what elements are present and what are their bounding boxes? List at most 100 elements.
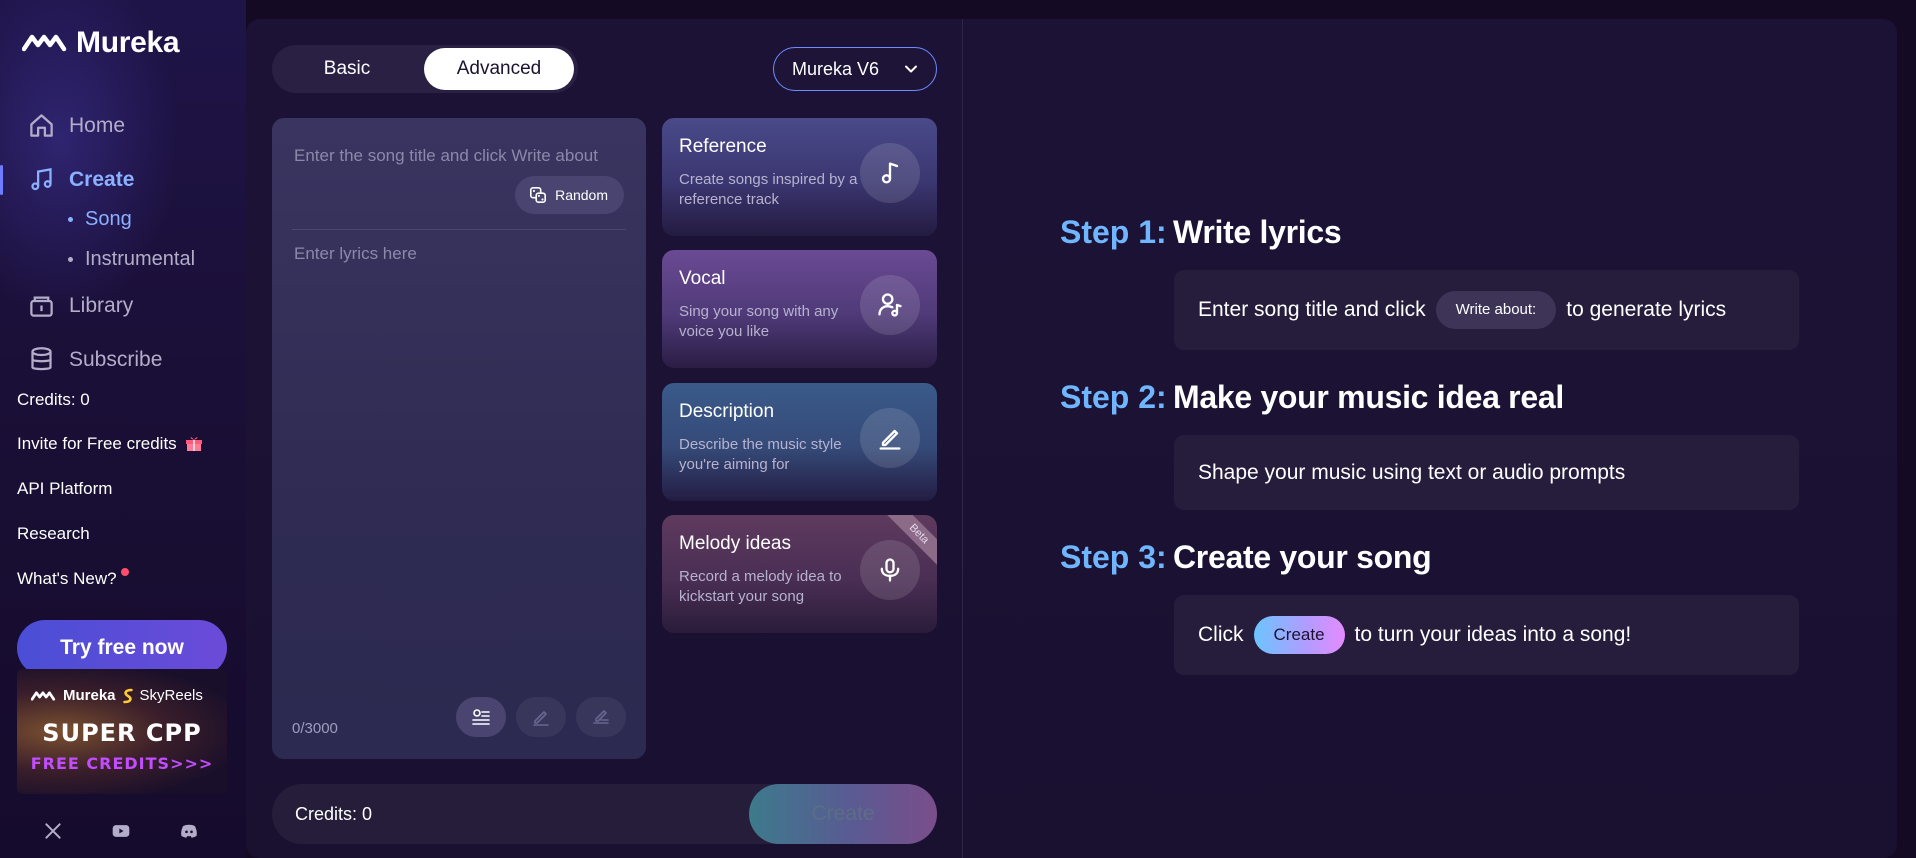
mode-toggle: Basic Advanced (272, 45, 578, 93)
bullet (68, 217, 73, 222)
pen-icon (879, 429, 901, 450)
random-button[interactable]: Random (515, 176, 624, 214)
melody-title: Melody ideas (679, 533, 791, 554)
lyrics-template-button[interactable] (456, 697, 506, 737)
create-pill: Create (1253, 616, 1345, 654)
promo-brand-1: Mureka (63, 687, 116, 704)
mureka-logo-icon (31, 690, 56, 701)
music-note-icon (31, 168, 52, 191)
create-button[interactable]: Create (749, 784, 937, 844)
reference-icon-button[interactable] (860, 143, 920, 203)
tab-advanced[interactable]: Advanced (424, 48, 574, 90)
whats-new-label: What's New? (17, 569, 117, 588)
reference-card[interactable]: Reference Create songs inspired by a ref… (662, 118, 937, 236)
bullet (68, 257, 73, 262)
step-3-label: Step 3: (1060, 539, 1167, 575)
song-title-input[interactable]: Enter the song title and click Write abo… (294, 146, 598, 166)
reference-title: Reference (679, 136, 767, 157)
skyreels-logo-icon (122, 688, 133, 703)
panel-divider (962, 19, 963, 858)
vocal-title: Vocal (679, 268, 726, 289)
step-2-title: Make your music idea real (1173, 379, 1564, 415)
sidebar: Mureka Home Create Song Instrumental Lib… (0, 0, 246, 858)
char-counter: 0/3000 (292, 720, 338, 737)
nav-home-label: Home (69, 113, 126, 137)
invite-label: Invite for Free credits (17, 434, 177, 453)
random-label: Random (555, 187, 608, 203)
whats-new-link[interactable]: What's New? (17, 568, 129, 589)
nav-subscribe-label: Subscribe (69, 347, 163, 371)
description-desc: Describe the music style you're aiming f… (679, 436, 842, 473)
try-free-button[interactable]: Try free now (17, 620, 227, 676)
melody-icon-button[interactable] (860, 540, 920, 600)
invite-link[interactable]: Invite for Free credits (17, 434, 203, 454)
step-1-label: Step 1: (1060, 214, 1167, 250)
step-2-text: Shape your music using text or audio pro… (1198, 460, 1626, 484)
nav-create[interactable]: Create (28, 166, 134, 193)
step-1-title: Write lyrics (1173, 214, 1342, 250)
promo-subline: FREE CREDITS>>> (30, 754, 214, 773)
promo-brands: Mureka SkyReels (31, 687, 219, 704)
voice-user-icon (878, 293, 902, 317)
vocal-card[interactable]: Vocal Sing your song with any voice you … (662, 250, 937, 368)
nav-library-label: Library (69, 293, 134, 317)
gift-icon (186, 437, 203, 451)
step-3-pre: Click (1198, 623, 1244, 646)
melody-desc: Record a melody idea to kickstart your s… (679, 568, 842, 605)
dice-icon (530, 186, 547, 204)
polish-lyrics-button[interactable] (576, 697, 626, 737)
step-3-post: to turn your ideas into a song! (1354, 623, 1632, 646)
microphone-icon (880, 558, 900, 582)
step-2-box: Shape your music using text or audio pro… (1174, 435, 1799, 510)
create-bar: Credits: 0 Create (272, 784, 937, 844)
step-2-label: Step 2: (1060, 379, 1167, 415)
sub-nav-song[interactable]: Song (68, 208, 132, 231)
reference-desc: Create songs inspired by a reference tra… (679, 171, 858, 208)
home-icon (30, 114, 53, 137)
edit-lyrics-button[interactable] (516, 697, 566, 737)
sub-nav-instrumental-label: Instrumental (85, 248, 196, 270)
sub-nav-instrumental[interactable]: Instrumental (68, 248, 195, 271)
nav-library[interactable]: Library (28, 292, 133, 319)
discord-icon[interactable] (177, 821, 201, 846)
database-icon (31, 347, 52, 371)
chevron-down-icon (905, 65, 917, 73)
lyrics-textarea[interactable]: Enter lyrics here (294, 244, 417, 264)
brand-name: Mureka (76, 26, 180, 59)
tab-basic[interactable]: Basic (276, 48, 418, 90)
youtube-icon[interactable] (109, 821, 133, 846)
notification-dot (120, 568, 129, 576)
divider (292, 229, 626, 230)
credits-display: Credits: 0 (295, 804, 373, 824)
nav-create-label: Create (69, 167, 135, 191)
model-select-value: Mureka V6 (792, 58, 880, 79)
step-3-title: Create your song (1173, 539, 1432, 575)
music-note-icon (881, 162, 899, 184)
pen-icon (533, 711, 549, 726)
library-icon (30, 296, 53, 317)
step-1-post: to generate lyrics (1566, 298, 1727, 321)
logo[interactable]: Mureka (22, 26, 180, 60)
vocal-icon-button[interactable] (860, 275, 920, 335)
step-1-pre: Enter song title and click (1198, 298, 1426, 321)
research-link[interactable]: Research (17, 524, 90, 544)
pen-lines-icon (593, 710, 609, 724)
nav-home[interactable]: Home (28, 112, 125, 139)
x-icon[interactable] (43, 821, 63, 846)
nav-subscribe[interactable]: Subscribe (28, 346, 162, 373)
melody-card[interactable]: Melody ideas Record a melody idea to kic… (662, 515, 937, 633)
promo-banner[interactable]: Mureka SkyReels SUPER CPP FREE CREDITS>>… (17, 669, 227, 794)
write-about-pill: Write about: (1435, 291, 1557, 329)
api-platform-link[interactable]: API Platform (17, 479, 112, 499)
model-select[interactable]: Mureka V6 (773, 47, 937, 91)
step-1-box: Enter song title and click Write about: … (1174, 270, 1799, 350)
mureka-logo-icon (22, 34, 67, 52)
description-card[interactable]: Description Describe the music style you… (662, 383, 937, 501)
template-icon (472, 709, 490, 725)
description-title: Description (679, 401, 775, 422)
step-3-box: Click Create to turn your ideas into a s… (1174, 595, 1799, 675)
active-indicator (0, 165, 3, 195)
lyrics-panel: Enter the song title and click Write abo… (272, 118, 646, 759)
description-icon-button[interactable] (860, 408, 920, 468)
promo-headline: SUPER CPP (42, 719, 202, 747)
